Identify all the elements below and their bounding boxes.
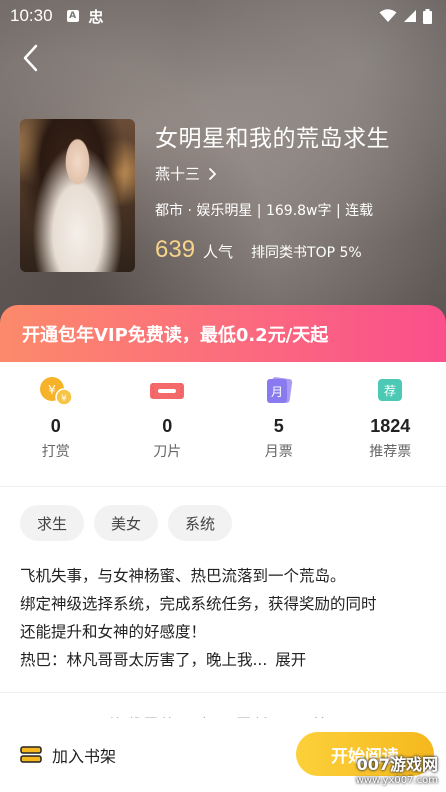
sim-icon: A bbox=[66, 10, 79, 22]
stat-label: 刀片 bbox=[153, 444, 182, 460]
recommend-ticket-icon: 荐 bbox=[372, 376, 408, 406]
description-line: 热巴：林凡哥哥太厉害了，晚上我... 展开 bbox=[20, 646, 430, 674]
stat-recommend-ticket[interactable]: 荐 1824 推荐票 bbox=[335, 376, 446, 472]
signal-icon bbox=[404, 10, 416, 22]
tag-list: 求生 美女 系统 bbox=[20, 505, 233, 541]
divider bbox=[0, 692, 446, 693]
description-line: 飞机失事，与女神杨蜜、热巴流落到一个荒岛。 bbox=[20, 567, 346, 585]
recommend-ticket-glyph: 荐 bbox=[384, 384, 396, 398]
divider bbox=[0, 486, 446, 487]
popularity-label: 人气 bbox=[203, 243, 234, 261]
stat-tip[interactable]: ¥ ¥ 0 打赏 bbox=[0, 376, 112, 472]
popularity-value: 639 bbox=[155, 236, 196, 263]
svg-text:¥: ¥ bbox=[61, 394, 67, 404]
stat-value: 0 bbox=[162, 416, 173, 436]
chevron-right-icon bbox=[208, 167, 217, 180]
chevron-left-icon bbox=[23, 44, 38, 72]
add-to-shelf-button[interactable]: 加入书架 bbox=[20, 743, 116, 767]
tag-chip[interactable]: 美女 bbox=[94, 505, 159, 541]
author-name: 燕十三 bbox=[155, 165, 201, 183]
stat-value: 5 bbox=[273, 416, 284, 436]
battery-icon bbox=[423, 8, 432, 24]
status-bar: 10:30 A 忠 bbox=[0, 0, 446, 32]
wifi-icon bbox=[379, 9, 397, 22]
stat-blade[interactable]: 0 刀片 bbox=[112, 376, 224, 472]
description-line: 还能提升和女神的好感度！ bbox=[20, 623, 207, 641]
back-button[interactable] bbox=[14, 40, 46, 76]
description-line-text: 热巴：林凡哥哥太厉害了，晚上我... bbox=[20, 651, 268, 669]
stat-label: 月票 bbox=[264, 444, 293, 460]
bookshelf-icon bbox=[20, 746, 42, 763]
description-line: 绑定神级选择系统，完成系统任务，获得奖励的同时 bbox=[20, 595, 377, 613]
watermark-main: 007游戏网 bbox=[356, 755, 438, 774]
site-watermark: 007游戏网 www.yx007.com bbox=[356, 751, 438, 786]
stat-label: 打赏 bbox=[41, 444, 70, 460]
rank-text: 排同类书TOP 5% bbox=[251, 245, 362, 261]
add-to-shelf-label: 加入书架 bbox=[52, 747, 117, 766]
status-time: 10:30 bbox=[10, 6, 53, 25]
svg-text:¥: ¥ bbox=[48, 383, 56, 397]
book-title: 女明星和我的荒岛求生 bbox=[155, 126, 390, 152]
author-link[interactable]: 燕十三 bbox=[155, 163, 217, 184]
tag-chip[interactable]: 系统 bbox=[168, 505, 233, 541]
month-ticket-glyph: 月 bbox=[271, 385, 283, 399]
book-meta: 都市 · 娱乐明星 | 169.8w字 | 连载 bbox=[155, 203, 374, 219]
blade-icon bbox=[149, 376, 185, 406]
coin-icon: ¥ ¥ bbox=[38, 376, 74, 406]
expand-link[interactable]: 展开 bbox=[275, 651, 306, 669]
vip-banner-text: 开通包年VIP免费读，最低0.2元/天起 bbox=[22, 324, 329, 346]
app-notification-icon: 忠 bbox=[88, 7, 104, 26]
stat-value: 0 bbox=[50, 416, 61, 436]
stat-label: 推荐票 bbox=[369, 444, 412, 460]
stats-row: ¥ ¥ 0 打赏 0 刀片 月 5 月票 荐 1824 推荐票 bbox=[0, 376, 446, 472]
stat-value: 1824 bbox=[370, 416, 411, 436]
book-cover[interactable] bbox=[20, 119, 135, 272]
stat-month-ticket[interactable]: 月 5 月票 bbox=[223, 376, 335, 472]
vip-banner[interactable]: 开通包年VIP免费读，最低0.2元/天起 bbox=[0, 305, 446, 362]
watermark-sub: www.yx007.com bbox=[355, 775, 438, 786]
popularity-row: 639 人气 排同类书TOP 5% bbox=[155, 236, 362, 264]
tag-chip[interactable]: 求生 bbox=[20, 505, 85, 541]
book-description: 飞机失事，与女神杨蜜、热巴流落到一个荒岛。 绑定神级选择系统，完成系统任务，获得… bbox=[20, 562, 430, 674]
month-ticket-icon: 月 bbox=[261, 376, 297, 406]
